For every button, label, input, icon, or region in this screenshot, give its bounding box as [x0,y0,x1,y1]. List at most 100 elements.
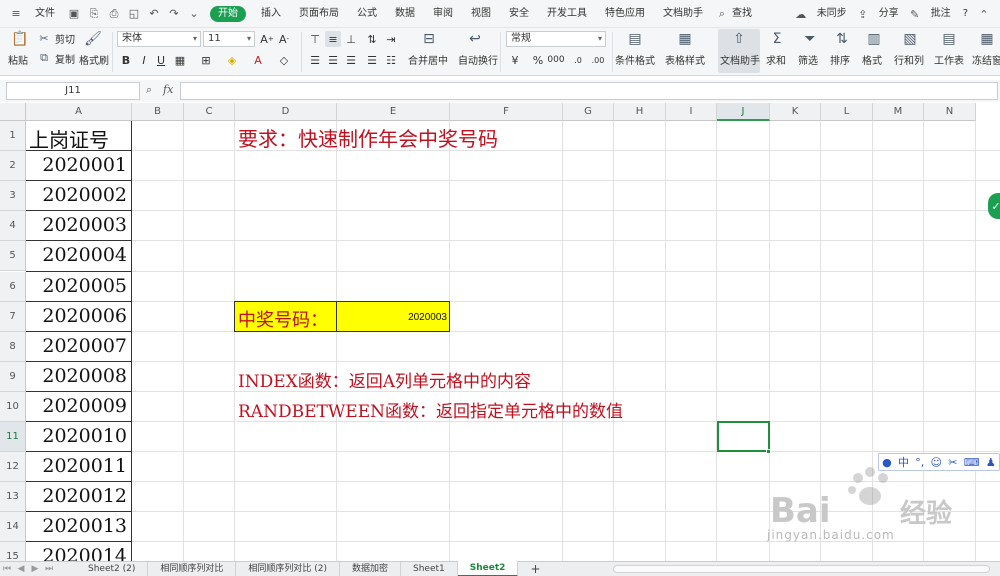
font-size-select[interactable]: 11 ▾ [203,31,255,47]
side-assistant-icon[interactable]: ✓ [988,193,1000,219]
horizontal-scrollbar[interactable] [612,565,990,573]
export-icon[interactable]: ⎘ [86,6,102,22]
tab-insert[interactable]: 插入 [252,0,290,28]
spreadsheet-grid[interactable]: ABCDEFGHIJKLMN 1 2 3 4 5 6 7 8 9 10 11 12 13 14 15 上岗证… [0,103,1000,561]
column-header[interactable]: M [873,103,924,121]
row-col-button[interactable]: 行和列 [894,52,924,67]
more-icon[interactable]: ⌄ [186,6,202,22]
cut-icon[interactable]: ✂ [38,29,50,47]
worksheet-button[interactable]: 工作表 [934,52,964,67]
align-bottom-icon[interactable]: ⊥ [343,31,359,47]
paste-icon[interactable]: 📋 [11,30,29,48]
id-cell[interactable]: 2020002 [27,184,131,212]
column-header[interactable]: N [924,103,976,121]
undo-icon[interactable]: ↶ [146,6,162,22]
row-header[interactable]: 4 [0,211,26,242]
currency-icon[interactable]: ¥ [507,52,523,68]
row-header[interactable]: 11 [0,422,26,453]
row-header[interactable]: 12 [0,452,26,483]
ime-user-icon[interactable]: ♟ [986,456,996,469]
grow-font-icon[interactable]: A + [259,31,275,47]
share-button[interactable]: 分享 [873,0,905,28]
fx-icon[interactable]: fx [163,83,173,96]
tab-view[interactable]: 视图 [462,0,500,28]
sync-status[interactable]: 未同步 [811,0,853,28]
underline-icon[interactable]: U [153,52,169,68]
format-button[interactable]: 格式 [862,52,882,67]
last-sheet-icon[interactable]: ⏭ [42,564,56,574]
row-header[interactable]: 15 [0,542,26,561]
merge-center-button[interactable]: 合并居中 [408,52,448,67]
clear-icon[interactable]: ◇ [276,52,292,68]
align-right-icon[interactable]: ☰ [343,52,359,68]
comma-icon[interactable]: 000 [547,52,564,68]
column-a-header-cell[interactable]: 上岗证号 [27,124,131,152]
fill-handle[interactable] [766,449,771,454]
conditional-format-button[interactable]: 条件格式 [615,52,655,67]
id-cell[interactable]: 2020004 [27,244,131,272]
tab-security[interactable]: 安全 [500,0,538,28]
table-style-icon[interactable]: ▦ [676,30,694,48]
id-cell[interactable]: 2020005 [27,275,131,303]
copy-button[interactable]: 复制 [55,51,75,66]
distributed-icon[interactable]: ☷ [383,52,399,68]
format-painter-button[interactable]: 格式刷 [79,52,109,67]
tab-data[interactable]: 数据 [386,0,424,28]
format-icon[interactable]: ▥ [865,30,883,48]
align-center-icon[interactable]: ☰ [325,52,341,68]
tab-special[interactable]: 特色应用 [596,0,654,28]
row-col-icon[interactable]: ▧ [901,30,919,48]
paste-button[interactable]: 粘贴 [8,52,28,67]
doc-helper-button[interactable]: 文档助手 [720,52,760,67]
row-header[interactable]: 3 [0,181,26,212]
id-cell[interactable]: 2020009 [27,395,131,423]
sheet-tab-active[interactable]: Sheet2 [457,561,519,576]
search-icon[interactable]: ⌕ [714,6,730,22]
conditional-format-icon[interactable]: ▤ [626,30,644,48]
ime-tool-icon[interactable]: ✂ [948,456,957,469]
sheet-tab[interactable]: 相同顺序列对比 [148,562,237,576]
column-header[interactable]: G [563,103,614,121]
id-cell[interactable]: 2020012 [27,485,131,513]
sheet-tab[interactable]: 相同顺序列对比 (2) [236,562,340,576]
add-sheet-icon[interactable]: + [518,562,552,576]
copy-icon[interactable]: ⧉ [38,49,50,67]
table-style-button[interactable]: 表格样式 [665,52,705,67]
indent-icon[interactable]: ⇥ [383,31,399,47]
sheet-tab[interactable]: Sheet2 (2) [76,562,149,576]
sheet-tab[interactable]: 数据加密 [340,562,402,576]
sort-icon[interactable]: ⇅ [833,30,851,48]
ime-logo-icon[interactable]: ● [882,456,892,469]
fill-color-icon[interactable]: ◈ [224,52,240,68]
row-header[interactable]: 8 [0,331,26,362]
prev-sheet-icon[interactable]: ◀ [14,564,28,574]
sheet-tab[interactable]: Sheet1 [401,562,458,576]
save-icon[interactable]: ▣ [66,6,82,22]
decrease-decimal-icon[interactable]: .00 [590,52,606,68]
file-menu[interactable]: 文件 [26,0,64,28]
bold-icon[interactable]: B [118,52,134,68]
column-header[interactable]: A [26,103,132,121]
comment-button[interactable]: 批注 [925,0,957,28]
column-header[interactable]: C [184,103,235,121]
ime-emoji-icon[interactable]: ☺ [931,456,942,469]
worksheet-icon[interactable]: ▤ [940,30,958,48]
column-header[interactable]: D [235,103,337,121]
border-icon[interactable]: ▦ [172,52,188,68]
sort-button[interactable]: 排序 [830,52,850,67]
tab-formulas[interactable]: 公式 [348,0,386,28]
percent-icon[interactable]: % [530,52,546,68]
font-color-icon[interactable]: A [250,52,266,68]
font-name-select[interactable]: 宋体 ▾ [117,31,201,47]
merge-center-icon[interactable]: ⊟ [420,30,438,48]
row-header[interactable]: 14 [0,512,26,543]
id-cell[interactable]: 2020014 [27,545,131,561]
orientation-icon[interactable]: ⇅ [364,31,380,47]
id-cell[interactable]: 2020008 [27,365,131,393]
preview-icon[interactable]: ◱ [126,6,142,22]
align-middle-icon[interactable]: ≡ [325,31,341,47]
filter-icon[interactable]: ⏷ [801,30,819,48]
id-cell[interactable]: 2020007 [27,335,131,363]
cut-button[interactable]: 剪切 [55,31,75,46]
freeze-button[interactable]: 冻结窗 [972,52,1000,67]
